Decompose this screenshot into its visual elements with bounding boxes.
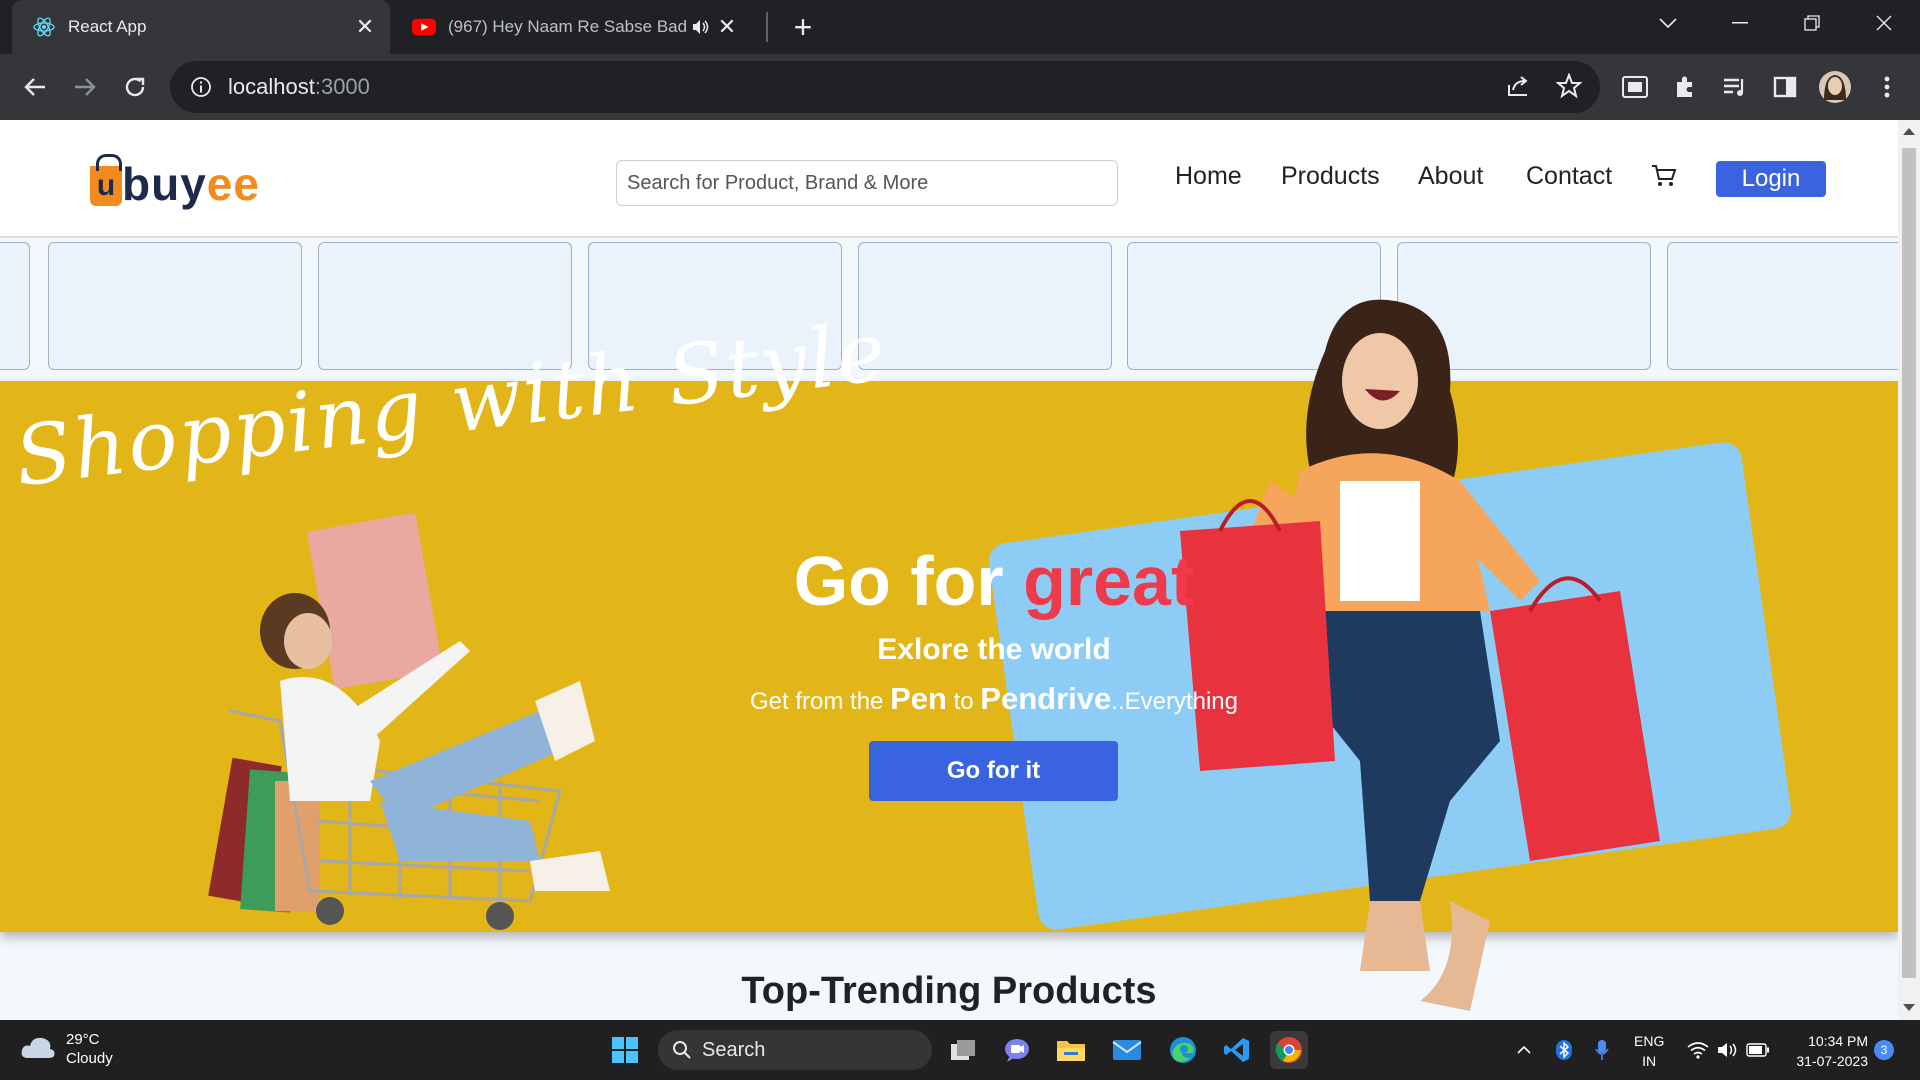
close-tab-icon[interactable]: ✕	[352, 14, 378, 40]
windows-taskbar: 29°C Cloudy Search ENG IN 10:34 PM 31-07…	[0, 1020, 1920, 1080]
category-card[interactable]	[0, 242, 30, 370]
category-card[interactable]	[48, 242, 302, 370]
section-title: Top-Trending Products	[741, 970, 1157, 1012]
hero-subtitle: Exlore the world	[877, 633, 1111, 666]
cart-icon[interactable]	[1650, 162, 1678, 190]
search-icon	[672, 1040, 692, 1060]
new-tab-button[interactable]: +	[786, 9, 820, 45]
share-icon[interactable]	[1506, 73, 1532, 104]
forward-arrow-icon[interactable]	[66, 68, 104, 106]
hero-title: Go for great	[793, 542, 1195, 620]
page-viewport: u buy ee Home Products About Contact Log…	[0, 120, 1898, 1020]
url-text: localhost:3000	[228, 74, 370, 99]
close-window-icon[interactable]	[1854, 0, 1914, 46]
login-button[interactable]: Login	[1716, 161, 1826, 197]
nav-about-link[interactable]: About	[1418, 162, 1483, 191]
close-tab-icon[interactable]: ✕	[714, 14, 740, 40]
site-navbar: u buy ee Home Products About Contact Log…	[0, 120, 1898, 238]
category-card[interactable]	[858, 242, 1112, 370]
logo-buy: buy	[122, 158, 207, 210]
youtube-icon	[412, 15, 436, 39]
picture-in-picture-icon[interactable]	[1616, 68, 1654, 106]
system-clock[interactable]: 10:34 PM 31-07-2023	[1782, 1031, 1868, 1071]
nav-home-link[interactable]: Home	[1175, 162, 1242, 191]
file-explorer-icon[interactable]	[1052, 1031, 1090, 1069]
tab-title: (967) Hey Naam Re Sabse Bada	[448, 17, 688, 36]
volume-icon[interactable]	[1716, 1038, 1740, 1062]
scroll-down-icon[interactable]	[1903, 1004, 1915, 1011]
reload-icon[interactable]	[116, 68, 154, 106]
side-panel-icon[interactable]	[1766, 68, 1804, 106]
mail-icon[interactable]	[1108, 1031, 1146, 1069]
product-search-input[interactable]	[616, 160, 1118, 206]
tab-youtube[interactable]: (967) Hey Naam Re Sabse Bada ✕	[392, 0, 762, 54]
vscode-icon[interactable]	[1218, 1031, 1256, 1069]
extensions-puzzle-icon[interactable]	[1666, 68, 1704, 106]
address-bar[interactable]: localhost:3000	[170, 61, 1600, 113]
tab-strip: React App ✕ (967) Hey Naam Re Sabse Bada…	[0, 0, 1920, 54]
language-indicator[interactable]: ENG IN	[1634, 1031, 1664, 1071]
logo-u-bag: u	[90, 154, 122, 206]
ubuyee-logo[interactable]: u buy ee	[90, 146, 260, 210]
go-for-it-button[interactable]: Go for it	[869, 741, 1118, 801]
teams-chat-icon[interactable]	[998, 1031, 1036, 1069]
scroll-up-icon[interactable]	[1903, 128, 1915, 135]
nav-contact-link[interactable]: Contact	[1526, 162, 1612, 191]
hero-banner: Shopping with Style Go for great Exlore …	[0, 299, 1898, 1011]
nav-products-link[interactable]: Products	[1281, 162, 1380, 191]
taskbar-search[interactable]: Search	[658, 1030, 932, 1070]
react-icon	[32, 15, 56, 39]
media-control-icon[interactable]	[1716, 68, 1754, 106]
hero-tagline: Get from the Pen to Pendrive..Everything	[750, 681, 1238, 716]
scrollbar-thumb[interactable]	[1902, 148, 1916, 978]
windows-start-icon[interactable]	[606, 1031, 644, 1069]
tab-title: React App	[68, 17, 147, 36]
cloud-icon	[20, 1034, 56, 1065]
notification-badge[interactable]: 3	[1874, 1040, 1894, 1060]
back-arrow-icon[interactable]	[16, 68, 54, 106]
tab-react-app[interactable]: React App ✕	[12, 0, 390, 54]
restore-icon[interactable]	[1782, 0, 1842, 46]
tab-separator	[766, 12, 768, 42]
page-scrollbar[interactable]	[1898, 120, 1920, 1020]
weather-widget[interactable]: 29°C Cloudy	[20, 1030, 113, 1068]
battery-icon[interactable]	[1746, 1038, 1770, 1062]
browser-toolbar: localhost:3000	[0, 54, 1920, 120]
weather-temp: 29°C	[66, 1031, 100, 1048]
tab-search-icon[interactable]	[1638, 0, 1698, 46]
profile-avatar[interactable]	[1816, 68, 1854, 106]
chrome-icon[interactable]	[1270, 1031, 1308, 1069]
weather-condition: Cloudy	[66, 1050, 113, 1067]
minimize-icon[interactable]	[1710, 0, 1770, 46]
logo-ee: ee	[206, 158, 260, 210]
microphone-icon[interactable]	[1590, 1038, 1614, 1062]
site-info-icon[interactable]	[188, 74, 214, 100]
task-view-icon[interactable]	[944, 1031, 982, 1069]
browser-menu-icon[interactable]	[1868, 68, 1906, 106]
bluetooth-icon[interactable]	[1552, 1038, 1576, 1062]
chevron-up-icon[interactable]	[1512, 1038, 1536, 1062]
bookmark-star-icon[interactable]	[1555, 72, 1583, 104]
audio-playing-icon[interactable]	[688, 14, 714, 40]
wifi-icon[interactable]	[1686, 1038, 1710, 1062]
edge-browser-icon[interactable]	[1164, 1031, 1202, 1069]
taskbar-search-label: Search	[702, 1038, 766, 1061]
